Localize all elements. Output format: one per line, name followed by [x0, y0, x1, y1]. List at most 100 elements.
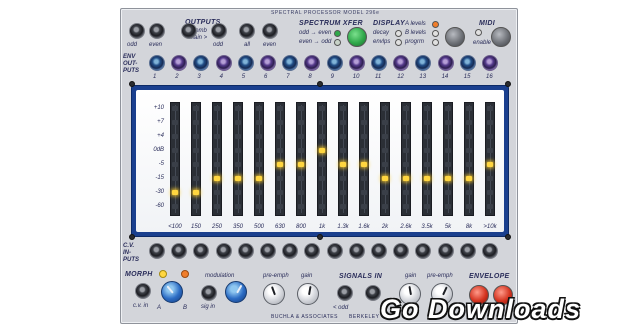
pre-emph-1-label: pre-emph — [263, 273, 289, 279]
band-slider-13[interactable] — [422, 102, 432, 216]
level-lamp — [403, 162, 409, 167]
env-output-jack-8[interactable] — [304, 55, 321, 71]
env-output-jack-9[interactable] — [326, 55, 343, 71]
env-output-jack-2[interactable] — [171, 55, 188, 71]
env-output-jack-12[interactable] — [393, 55, 410, 71]
output-even-main-jack[interactable] — [262, 23, 278, 39]
band-frequency-label: 2k — [381, 224, 389, 230]
morph-cv-in-jack[interactable] — [135, 283, 151, 299]
level-lamp-lit — [424, 176, 430, 181]
band-slider-10[interactable] — [359, 102, 369, 216]
cv-input-jack-12[interactable] — [393, 243, 410, 259]
level-lamp — [193, 120, 199, 125]
band-slider-11[interactable] — [380, 102, 390, 216]
cv-input-jack-6[interactable] — [260, 243, 276, 259]
env-output-number: 6 — [264, 74, 268, 80]
band-slider-2[interactable] — [191, 102, 201, 216]
cv-input-jack-13[interactable] — [415, 243, 432, 259]
cv-input-jack-8[interactable] — [304, 243, 321, 259]
cv-input-jack-14[interactable] — [437, 243, 454, 259]
gain-1-knob[interactable] — [297, 283, 319, 305]
env-output-jack-10[interactable] — [348, 55, 365, 71]
signal-in-odd-jack[interactable] — [337, 285, 353, 301]
band-slider-15[interactable] — [464, 102, 474, 216]
panel-screw — [317, 81, 323, 87]
band-slider-14[interactable] — [443, 102, 453, 216]
output-odd-jack[interactable] — [129, 23, 145, 39]
env-output-jack-15[interactable] — [459, 55, 476, 71]
level-lamp — [298, 190, 304, 195]
band-slider-4[interactable] — [233, 102, 243, 216]
env-output-jack-11[interactable] — [371, 55, 387, 71]
level-lamp — [214, 106, 220, 111]
cv-input-jack-1[interactable] — [149, 243, 165, 259]
band-slider-6[interactable] — [275, 102, 285, 216]
display-select-button[interactable] — [445, 27, 465, 47]
cv-input-jack-3[interactable] — [193, 243, 210, 259]
cv-input-jack-7[interactable] — [282, 243, 299, 259]
spectrum-xfer-button[interactable] — [347, 27, 367, 47]
cv-input-jack-2[interactable] — [171, 243, 188, 259]
spectral-processor-panel: SPECTRAL PROCESSOR MODEL 296e odd even O… — [120, 8, 518, 324]
level-lamp — [424, 134, 430, 139]
midi-enable-button[interactable] — [491, 27, 511, 47]
band-frequency-label: 800 — [295, 224, 306, 230]
env-output-jack-14[interactable] — [437, 55, 454, 71]
band-frequency-label: 1k — [318, 224, 326, 230]
level-lamp — [235, 106, 241, 111]
output-comb-jack[interactable] — [181, 23, 197, 39]
level-lamp — [340, 106, 346, 111]
env-output-jack-6[interactable] — [260, 55, 276, 71]
env-output-jack-13[interactable] — [415, 55, 432, 71]
output-all-jack[interactable] — [239, 23, 255, 39]
env-output-jack-1[interactable] — [149, 55, 165, 71]
cv-input-jack-15[interactable] — [459, 243, 476, 259]
env-output-jack-4[interactable] — [215, 55, 232, 71]
modulation-knob[interactable] — [225, 281, 247, 303]
level-lamp — [193, 106, 199, 111]
level-lamp — [361, 106, 367, 111]
output-even-jack[interactable] — [149, 23, 165, 39]
env-output-jack-3[interactable] — [193, 55, 210, 71]
band-slider-3[interactable] — [212, 102, 222, 216]
xfer-odd-even-led — [334, 30, 341, 37]
level-lamp — [193, 148, 199, 153]
morph-knob[interactable] — [161, 281, 183, 303]
level-lamp — [256, 120, 262, 125]
signal-in-even-jack[interactable] — [365, 285, 381, 301]
level-lamp — [340, 176, 346, 181]
maker-label: BUCHLA & ASSOCIATES — [271, 314, 338, 320]
modulation-sig-in-jack[interactable] — [201, 285, 217, 301]
cv-input-jack-10[interactable] — [348, 243, 365, 259]
cv-input-jack-11[interactable] — [371, 243, 387, 259]
env-output-number: 15 — [463, 74, 471, 80]
display-header: DISPLAY — [373, 20, 405, 27]
env-output-jack-16[interactable] — [482, 55, 498, 71]
level-lamp-lit — [361, 162, 367, 167]
cv-input-jack-9[interactable] — [326, 243, 343, 259]
midi-enable-label: enable — [473, 40, 492, 46]
band-slider-9[interactable] — [338, 102, 348, 216]
level-lamp — [193, 204, 199, 209]
band-slider-1[interactable] — [170, 102, 180, 216]
env-output-jack-7[interactable] — [282, 55, 299, 71]
band-slider-16[interactable] — [485, 102, 495, 216]
cv-input-jack-4[interactable] — [215, 243, 232, 259]
level-lamp-lit — [235, 176, 241, 181]
band-slider-12[interactable] — [401, 102, 411, 216]
jack-label: even — [263, 42, 277, 48]
pre-emph-1-knob[interactable] — [263, 283, 285, 305]
cv-input-jack-5[interactable] — [237, 243, 254, 259]
panel-screw — [317, 234, 323, 240]
env-output-jack-5[interactable] — [237, 55, 254, 71]
output-main-jack[interactable] — [211, 23, 227, 39]
level-lamp — [319, 134, 325, 139]
level-lamp — [340, 120, 346, 125]
cv-input-jack-16[interactable] — [482, 243, 498, 259]
level-lamp — [382, 120, 388, 125]
level-lamp — [445, 106, 451, 111]
band-slider-5[interactable] — [254, 102, 264, 216]
band-slider-8[interactable] — [317, 102, 327, 216]
level-lamp — [424, 148, 430, 153]
band-slider-7[interactable] — [296, 102, 306, 216]
